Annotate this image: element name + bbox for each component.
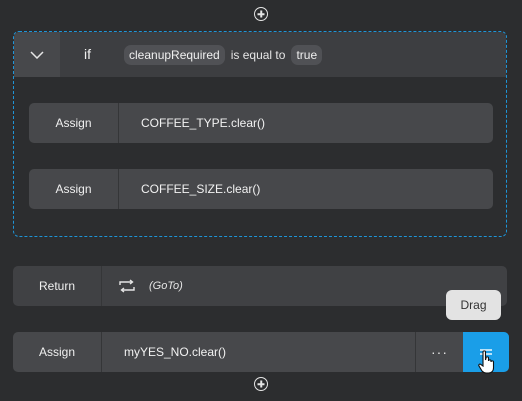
- return-target: (GoTo): [102, 266, 183, 306]
- if-statement-row[interactable]: Assign COFFEE_SIZE.clear(): [29, 169, 493, 209]
- more-options-button[interactable]: ···: [415, 332, 463, 372]
- assign-expression: myYES_NO.clear(): [124, 345, 227, 359]
- statement-keyword: Assign: [29, 169, 119, 209]
- flow-canvas: if cleanupRequired is equal to true Assi…: [0, 0, 522, 401]
- add-step-bottom-button[interactable]: [254, 377, 268, 391]
- statement-expression: COFFEE_SIZE.clear(): [141, 182, 261, 196]
- if-keyword: if: [84, 46, 91, 62]
- condition-variable-chip[interactable]: cleanupRequired: [124, 44, 225, 65]
- if-statement-row[interactable]: Assign COFFEE_TYPE.clear(): [29, 103, 493, 143]
- loop-arrows-icon: [119, 279, 135, 293]
- collapse-toggle[interactable]: [14, 32, 60, 77]
- drag-tooltip: Drag: [446, 290, 501, 320]
- assign-row[interactable]: Assign myYES_NO.clear() ···: [13, 332, 509, 372]
- statement-keyword: Assign: [29, 103, 119, 143]
- hand-pointer-icon: [478, 350, 495, 374]
- condition-value-chip[interactable]: true: [291, 44, 323, 65]
- assign-keyword: Assign: [13, 332, 102, 372]
- return-keyword: Return: [13, 266, 102, 306]
- if-header[interactable]: if cleanupRequired is equal to true: [14, 32, 506, 77]
- condition-operator: is equal to: [230, 47, 286, 62]
- if-condition[interactable]: cleanupRequired is equal to true: [124, 32, 323, 77]
- statement-expression: COFFEE_TYPE.clear(): [141, 116, 266, 130]
- return-row[interactable]: Return (GoTo): [13, 266, 507, 306]
- add-step-top-button[interactable]: [254, 7, 268, 21]
- chevron-down-icon: [30, 50, 44, 59]
- goto-label: (GoTo): [149, 280, 183, 292]
- if-block: if cleanupRequired is equal to true Assi…: [13, 31, 507, 237]
